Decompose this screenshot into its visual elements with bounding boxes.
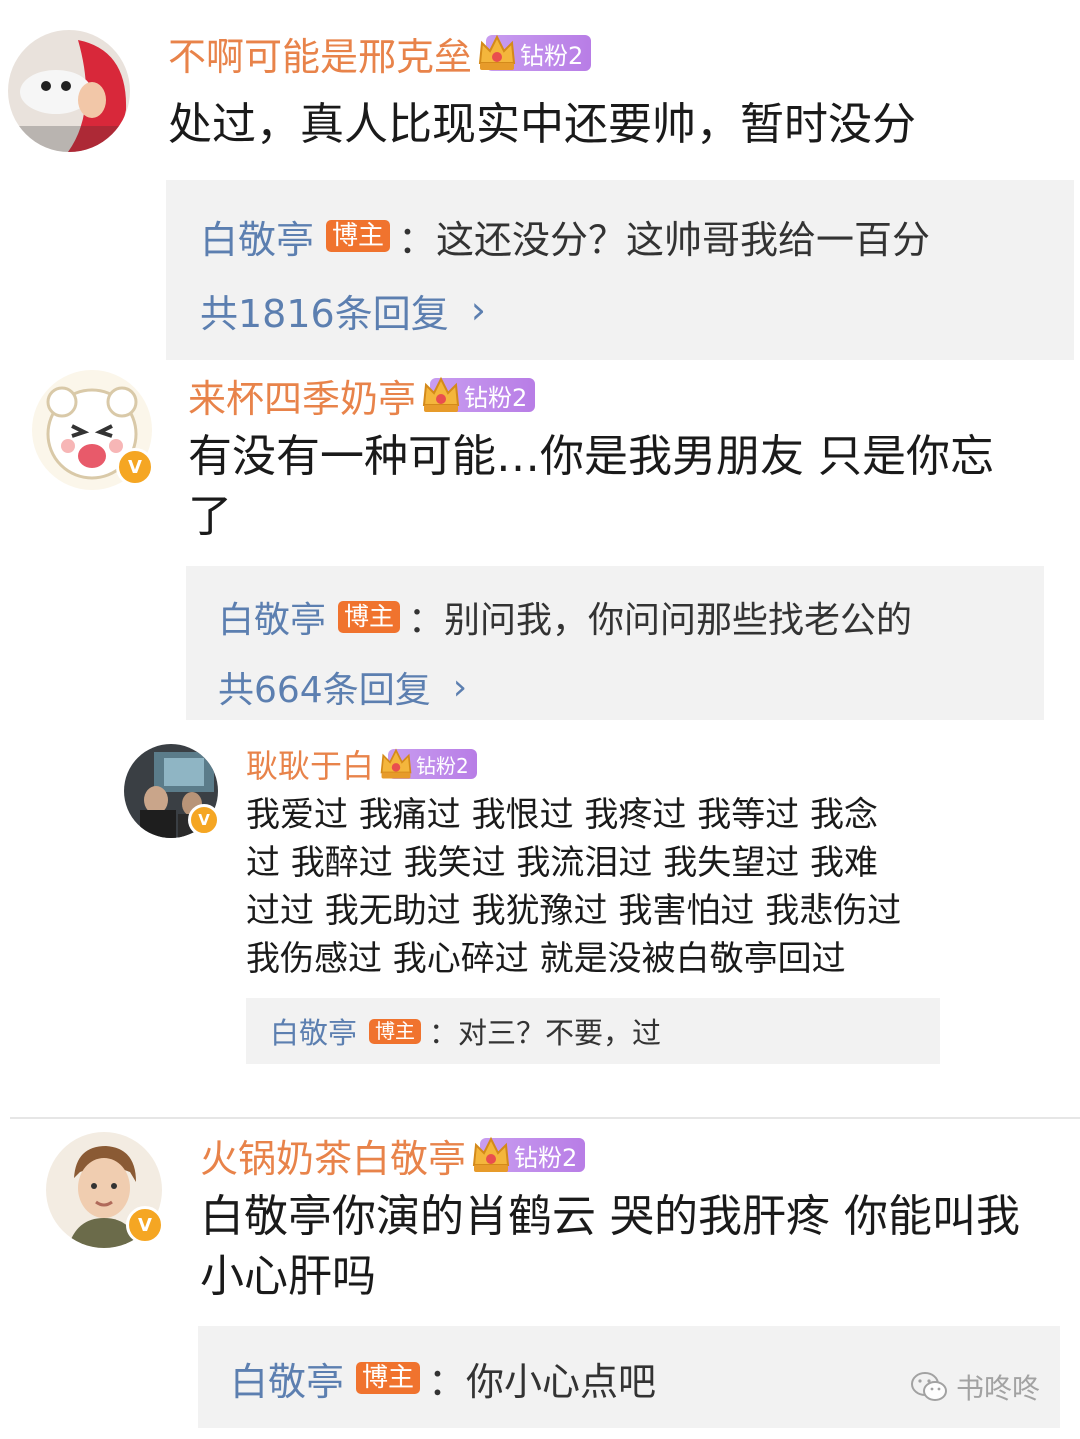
username-text: 不啊可能是邢克垒 bbox=[168, 34, 473, 79]
comment-text: 处过，真人比现实中还要帅，暂时没分 bbox=[168, 99, 916, 150]
reply-text: ：你小心点吧 bbox=[428, 1359, 657, 1404]
avatar[interactable] bbox=[8, 30, 130, 152]
reply-line: 白敬亭 博主 ：你小心点吧 bbox=[230, 1352, 656, 1404]
comment-text-line: 过 我醉过 我笑过 我流泪过 我失望过 我难 bbox=[246, 843, 879, 883]
reply-text: ：这还没分？这帅哥我给一百分 bbox=[398, 217, 931, 262]
fan-badge: 钻粉2 bbox=[422, 376, 536, 412]
reply-author[interactable]: 白敬亭 bbox=[270, 1010, 357, 1052]
verified-icon: V bbox=[188, 804, 220, 836]
comment-username[interactable]: 耿耿于白 钻粉2 bbox=[246, 742, 477, 786]
username-text: 耿耿于白 bbox=[246, 747, 375, 785]
comment-text-line: 我爱过 我痛过 我恨过 我疼过 我等过 我念 bbox=[246, 795, 879, 835]
host-badge: 博主 bbox=[356, 1361, 421, 1395]
reply-text: ：别问我，你问问那些找老公的 bbox=[408, 600, 913, 641]
reply-line: 白敬亭 博主 ：这还没分？这帅哥我给一百分 bbox=[200, 210, 930, 262]
comment-text-line: 过过 我无助过 我犹豫过 我害怕过 我悲伤过 bbox=[246, 891, 902, 931]
chevron-right-icon: › bbox=[452, 666, 468, 708]
reply-count-label: 共664条回复 bbox=[218, 670, 431, 711]
watermark: 书咚咚 bbox=[910, 1367, 1040, 1407]
comment-text-line: 我伤感过 我心碎过 就是没被白敬亭回过 bbox=[246, 939, 846, 979]
comment-username[interactable]: 来杯四季奶亭 钻粉2 bbox=[188, 370, 536, 421]
host-badge: 博主 bbox=[338, 601, 401, 633]
wechat-icon bbox=[910, 1372, 947, 1401]
fan-badge: 钻粉2 bbox=[478, 34, 592, 71]
crown-icon bbox=[422, 376, 460, 412]
reply-text: ：对三？不要，过 bbox=[429, 1016, 662, 1050]
avatar[interactable]: V bbox=[32, 370, 154, 490]
fan-badge-label: 钻粉2 bbox=[464, 383, 528, 412]
comment-thread: 不啊可能是邢克垒 钻粉2 处过，真人比现实中还要帅，暂时没分 白敬亭 博主 ：这… bbox=[0, 0, 1080, 1439]
host-badge: 博主 bbox=[326, 219, 391, 253]
comment-text-line: 了 bbox=[188, 491, 232, 542]
verified-icon: V bbox=[126, 1206, 164, 1244]
comment-text-line: 小心肝吗 bbox=[200, 1251, 376, 1302]
username-text: 火锅奶茶白敬亭 bbox=[200, 1136, 467, 1181]
crown-icon bbox=[478, 34, 516, 70]
username-text: 来杯四季奶亭 bbox=[188, 376, 417, 421]
reply-box[interactable]: 白敬亭 博主 ：对三？不要，过 bbox=[246, 998, 940, 1064]
comment-text-line: 有没有一种可能…你是我男朋友 只是你忘 bbox=[188, 431, 994, 482]
fan-badge-label: 钻粉2 bbox=[514, 1143, 578, 1172]
reply-count-label: 共1816条回复 bbox=[200, 291, 449, 336]
fan-badge: 钻粉2 bbox=[380, 748, 477, 779]
reply-author[interactable]: 白敬亭 bbox=[200, 209, 314, 264]
fan-badge-label: 钻粉2 bbox=[416, 753, 469, 778]
reply-box[interactable]: 白敬亭 博主 ：别问我，你问问那些找老公的 共664条回复 › bbox=[186, 566, 1044, 720]
crown-icon bbox=[472, 1136, 510, 1172]
reply-line: 白敬亭 博主 ：别问我，你问问那些找老公的 bbox=[218, 592, 912, 642]
host-badge: 博主 bbox=[369, 1018, 422, 1044]
avatar-image bbox=[8, 30, 130, 152]
crown-icon bbox=[380, 748, 412, 779]
comment-username[interactable]: 火锅奶茶白敬亭 钻粉2 bbox=[200, 1130, 586, 1181]
chevron-right-icon: › bbox=[470, 288, 486, 332]
divider bbox=[10, 1117, 1080, 1119]
reply-count-link[interactable]: 共1816条回复 › bbox=[200, 284, 486, 336]
avatar[interactable]: V bbox=[124, 744, 220, 838]
reply-count-link[interactable]: 共664条回复 › bbox=[218, 662, 467, 712]
comment-text-line: 白敬亭你演的肖鹤云 哭的我肝疼 你能叫我 bbox=[200, 1191, 1020, 1242]
fan-badge-label: 钻粉2 bbox=[520, 41, 584, 70]
avatar[interactable]: V bbox=[46, 1132, 164, 1248]
reply-author[interactable]: 白敬亭 bbox=[218, 591, 326, 643]
fan-badge: 钻粉2 bbox=[472, 1136, 586, 1172]
reply-line: 白敬亭 博主 ：对三？不要，过 bbox=[270, 1010, 661, 1052]
watermark-text: 书咚咚 bbox=[955, 1372, 1040, 1405]
comment-username[interactable]: 不啊可能是邢克垒 钻粉2 bbox=[168, 28, 592, 79]
reply-box[interactable]: 白敬亭 博主 ：这还没分？这帅哥我给一百分 共1816条回复 › bbox=[166, 180, 1074, 360]
reply-author[interactable]: 白敬亭 bbox=[230, 1351, 344, 1406]
verified-icon: V bbox=[116, 448, 154, 486]
